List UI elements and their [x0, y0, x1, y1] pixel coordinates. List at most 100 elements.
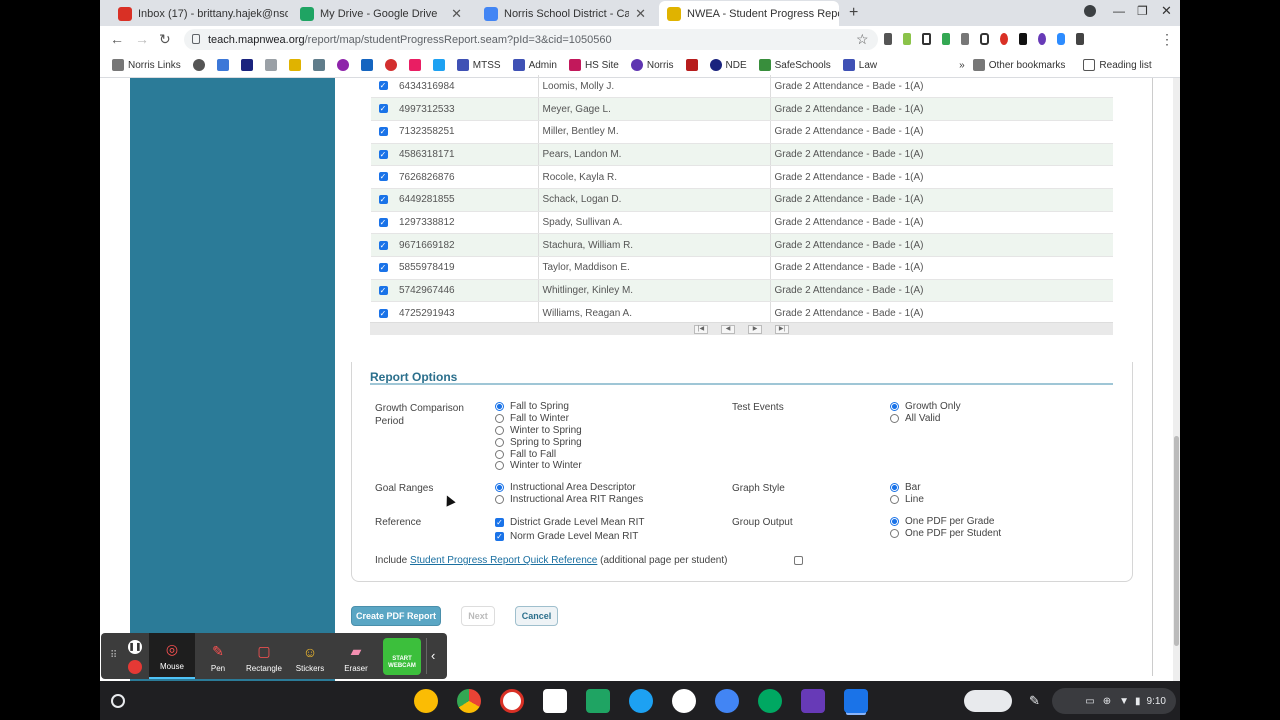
- table-row[interactable]: ✓ 7132358251 Miller, Bentley M. Grade 2 Att…: [371, 120, 1113, 144]
- extension-icon[interactable]: [980, 33, 990, 45]
- row-checkbox[interactable]: ✓: [378, 285, 388, 295]
- create-pdf-button[interactable]: Create PDF Report: [351, 606, 441, 626]
- row-checkbox[interactable]: ✓: [378, 172, 388, 182]
- table-row[interactable]: ✓ 4586318171 Pears, Landon M. Grade 2 Atten…: [371, 143, 1113, 167]
- launcher-icon[interactable]: [111, 694, 125, 708]
- radio-button[interactable]: [495, 402, 504, 412]
- table-row[interactable]: ✓ 6434316984 Loomis, Molly J. Grade 2 Atten…: [371, 75, 1113, 99]
- sis-icon[interactable]: [240, 59, 253, 71]
- radio-option[interactable]: All Valid: [890, 413, 961, 425]
- drive-app-icon[interactable]: [586, 689, 610, 713]
- checkbox-option[interactable]: ✓ District Grade Level Mean RIT: [495, 515, 645, 530]
- row-checkbox[interactable]: ✓: [378, 104, 388, 114]
- instagram-icon[interactable]: [408, 59, 421, 71]
- bookmarks-overflow-icon[interactable]: »: [959, 60, 965, 71]
- page-scrollbar[interactable]: [1173, 78, 1180, 681]
- radio-option[interactable]: One PDF per Student: [890, 528, 1001, 541]
- globe-icon[interactable]: [192, 59, 205, 71]
- table-row[interactable]: ✓ 1297338812 Spady, Sullivan A. Grade 2 Att…: [371, 211, 1113, 235]
- reading-list[interactable]: Reading list: [1083, 59, 1152, 71]
- bookmark-other[interactable]: Other bookmarks: [972, 59, 1065, 71]
- pen-tool[interactable]: ✎ Pen: [195, 633, 241, 679]
- radio-button[interactable]: [495, 449, 504, 459]
- table-row[interactable]: ✓ 6449281855 Schack, Logan D. Grade 2 Atten…: [371, 188, 1113, 212]
- status-tray[interactable]: ▭ ⊕ ▼ ▮ 9:10: [1052, 688, 1176, 714]
- row-checkbox[interactable]: ✓: [378, 240, 388, 250]
- classroom-icon[interactable]: [758, 689, 782, 713]
- menu-icon[interactable]: ⋮: [1160, 31, 1174, 48]
- lock-icon[interactable]: [192, 34, 200, 44]
- bookmark-icon[interactable]: [685, 59, 698, 71]
- extension-icon[interactable]: [1000, 33, 1009, 45]
- start-webcam-button[interactable]: START WEBCAM: [383, 638, 421, 675]
- row-checkbox[interactable]: ✓: [378, 195, 388, 205]
- bookmark-icon[interactable]: [360, 59, 373, 71]
- table-row[interactable]: ✓ 7626826876 Rocole, Kayla R. Grade 2 Atten…: [371, 165, 1113, 189]
- bookmark-safeschools[interactable]: SafeSchools: [758, 59, 831, 71]
- pause-icon[interactable]: ❚❚: [128, 640, 142, 654]
- radio-option[interactable]: Winter to Winter: [495, 460, 582, 472]
- tab-gmail[interactable]: Inbox (17) - brittany.hajek@nsdt ✕: [110, 1, 288, 26]
- extension-icon[interactable]: [961, 33, 970, 45]
- chrome-icon[interactable]: [457, 689, 481, 713]
- extension-icon[interactable]: [921, 33, 932, 45]
- tab-nwea[interactable]: NWEA - Student Progress Report ✕: [659, 1, 839, 26]
- include-quick-reference-checkbox[interactable]: [794, 556, 803, 565]
- twitter-icon[interactable]: [432, 59, 445, 71]
- minimize-icon[interactable]: —: [1113, 4, 1125, 18]
- radio-option[interactable]: Line: [890, 494, 924, 506]
- row-checkbox[interactable]: ✓: [378, 263, 388, 273]
- drag-handle-icon[interactable]: ⠿: [110, 650, 117, 661]
- rectangle-tool[interactable]: ▢ Rectangle: [241, 633, 287, 679]
- prev-page-icon[interactable]: ◀: [721, 325, 735, 334]
- address-bar[interactable]: teach.mapnwea.org/report/map/studentProg…: [184, 29, 878, 50]
- maximize-icon[interactable]: ❐: [1137, 4, 1148, 18]
- row-checkbox[interactable]: ✓: [378, 81, 388, 91]
- tab-search-icon[interactable]: [1084, 5, 1096, 17]
- next-page-icon[interactable]: ▶: [748, 325, 762, 334]
- close-icon[interactable]: ✕: [629, 6, 646, 22]
- bookmark-admin[interactable]: Admin: [512, 59, 557, 71]
- gmail-app-icon[interactable]: [500, 689, 524, 713]
- pen-tray-icon[interactable]: ✎: [1029, 693, 1040, 709]
- camera-icon[interactable]: [715, 689, 739, 713]
- next-button[interactable]: Next: [461, 606, 495, 626]
- forms-icon[interactable]: [801, 689, 825, 713]
- radio-button[interactable]: [890, 495, 899, 505]
- radio-option[interactable]: Instructional Area Descriptor: [495, 482, 643, 494]
- files-icon[interactable]: [844, 689, 868, 713]
- extension-bookmark-icon[interactable]: [264, 59, 277, 71]
- checkbox[interactable]: ✓: [495, 532, 504, 542]
- radio-option[interactable]: Spring to Spring: [495, 436, 582, 448]
- radio-button[interactable]: [495, 425, 504, 435]
- app-icon[interactable]: [672, 689, 696, 713]
- row-checkbox[interactable]: ✓: [378, 217, 388, 227]
- radio-button[interactable]: [890, 529, 899, 539]
- stylus-tools-icon[interactable]: [964, 690, 1012, 712]
- bookmark-icon[interactable]: [336, 59, 349, 71]
- reload-icon[interactable]: ↻: [159, 31, 171, 48]
- keep-icon[interactable]: [414, 689, 438, 713]
- table-row[interactable]: ✓ 9671669182 Stachura, William R. Grade 2 A…: [371, 233, 1113, 257]
- radio-option[interactable]: Fall to Fall: [495, 448, 582, 460]
- radio-option[interactable]: Instructional Area RIT Ranges: [495, 494, 643, 506]
- radio-option[interactable]: Bar: [890, 482, 924, 494]
- back-icon[interactable]: ←: [110, 31, 124, 47]
- table-row[interactable]: ✓ 5742967446 Whitlinger, Kinley M. Grade 2 …: [371, 279, 1113, 303]
- twitter-app-icon[interactable]: [629, 689, 653, 713]
- bookmark-star-icon[interactable]: ☆: [856, 31, 869, 48]
- send-icon[interactable]: [216, 59, 229, 71]
- radio-button[interactable]: [495, 414, 504, 424]
- radio-button[interactable]: [495, 483, 504, 493]
- checkbox[interactable]: ✓: [495, 517, 504, 527]
- table-row[interactable]: ✓ 5855978419 Taylor, Maddison E. Grade 2 At…: [371, 256, 1113, 280]
- bookmark-nde[interactable]: NDE: [709, 59, 747, 71]
- table-row[interactable]: ✓ 4997312533 Meyer, Gage L. Grade 2 Attenda…: [371, 97, 1113, 121]
- bookmark-mtss[interactable]: MTSS: [456, 59, 501, 71]
- radio-option[interactable]: Growth Only: [890, 401, 961, 413]
- bookmark-norris-links[interactable]: Norris Links: [112, 59, 181, 71]
- extension-icon[interactable]: [884, 33, 892, 45]
- row-checkbox[interactable]: ✓: [378, 127, 388, 137]
- collapse-icon[interactable]: ‹: [431, 648, 435, 663]
- quick-reference-link[interactable]: Student Progress Report Quick Reference: [410, 555, 597, 566]
